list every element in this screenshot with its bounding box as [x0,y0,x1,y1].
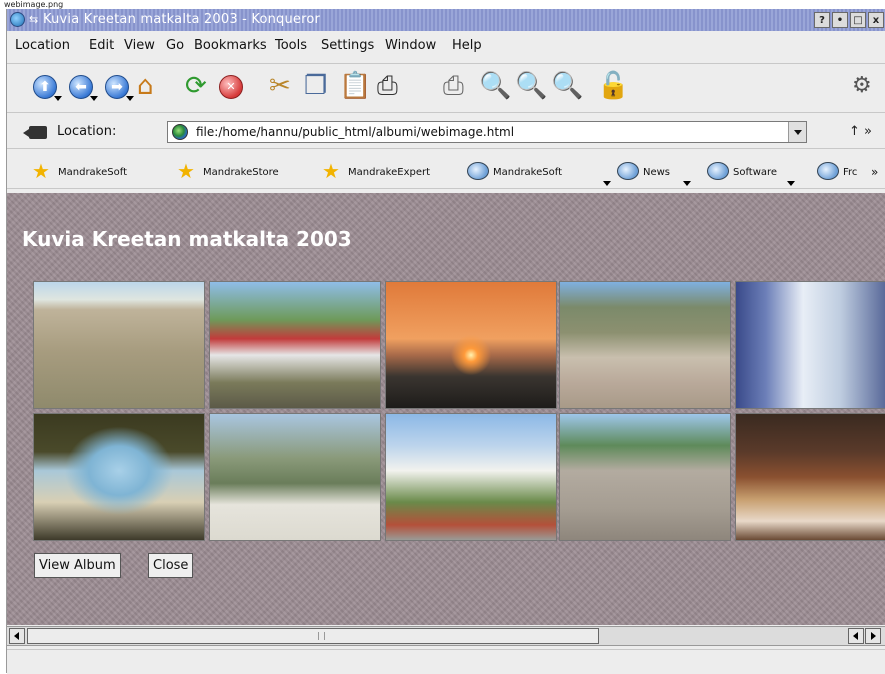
star-icon: ★ [177,159,195,183]
star-icon: ★ [32,159,50,183]
photo-thumbnail[interactable] [385,281,557,409]
photo-thumbnail[interactable] [559,281,731,409]
security-lock-icon[interactable]: 🔓 [597,70,629,102]
back-button[interactable]: ⬅ [67,73,98,101]
menu-help[interactable]: Help [452,33,482,59]
page-content: Kuvia Kreetan matkalta 2003 View Album C… [7,193,885,625]
location-input[interactable]: file:/home/hannu/public_html/albumi/webi… [167,121,807,143]
menu-bookmarks[interactable]: Bookmarks [194,33,267,59]
scrollbar-thumb[interactable] [27,628,599,644]
menu-settings[interactable]: Settings [321,33,374,59]
bookmark-folder-icon [617,162,639,180]
menu-view[interactable]: View [124,33,155,59]
konqueror-window: ⇆ Kuvia Kreetan matkalta 2003 - Konquero… [6,9,885,674]
bookmark-toolbar: ★ MandrakeSoft ★ MandrakeStore ★ MandrakeEx… [7,153,885,189]
photo-thumbnail[interactable] [735,281,885,409]
zoom-out-icon[interactable]: 🔍 [515,70,547,102]
globe-icon [172,124,188,140]
location-bar: Location: file:/home/hannu/public_html/a… [7,115,885,149]
stop-button[interactable]: ✕ [217,73,245,101]
home-icon[interactable]: ⌂ [137,70,154,102]
photo-thumbnail[interactable] [559,413,731,541]
reload-icon[interactable]: ⟳ [185,70,207,102]
window-title: Kuvia Kreetan matkalta 2003 - Konqueror [43,12,321,27]
help-button[interactable]: ? [814,12,830,28]
close-window-button[interactable]: x [868,12,884,28]
bookmark-folder-icon [707,162,729,180]
photo-thumbnail[interactable] [209,281,381,409]
caption: webimage.png [0,0,885,9]
stop-icon: ✕ [219,75,243,99]
zoom-reset-icon[interactable]: 🔍 [551,70,583,102]
bookmark-folder-icon [467,162,489,180]
menu-go[interactable]: Go [166,33,184,59]
zoom-in-icon[interactable]: 🔍 [479,70,511,102]
menu-window[interactable]: Window [385,33,436,59]
photo-thumbnail[interactable] [209,413,381,541]
menu-location[interactable]: Location [15,33,70,59]
print-icon[interactable]: ⎙ [377,70,398,102]
photo-thumbnail[interactable] [735,413,885,541]
cut-icon[interactable]: ✂ [269,70,291,102]
photo-thumbnail[interactable] [385,413,557,541]
view-album-button[interactable]: View Album [34,553,121,578]
gear-icon[interactable]: ⚙ [852,70,872,102]
scroll-left-button[interactable] [848,628,864,644]
clear-location-icon[interactable] [23,126,47,139]
page-title: Kuvia Kreetan matkalta 2003 [22,227,352,251]
scroll-right-button[interactable] [865,628,881,644]
print-frame-icon[interactable]: ⎙ [443,70,464,102]
menu-edit[interactable]: Edit [89,33,114,59]
close-button[interactable]: Close [148,553,194,578]
konqueror-icon[interactable] [10,12,25,27]
paste-icon[interactable]: 📋 [339,70,371,102]
menu-bar: Location Edit View Go Bookmarks Tools Se… [7,33,885,59]
arrows-icon: ⇆ [29,13,39,26]
copy-icon[interactable]: ❐ [304,70,327,102]
menu-tools[interactable]: Tools [275,33,307,59]
main-toolbar: ⬆ ⬅ ➡ ⌂ ⟳ ✕ ✂ ❐ 📋 ⎙ ⎙ 🔍 🔍 🔍 🔓 ⚙ [7,63,885,113]
maximize-button[interactable]: □ [850,12,866,28]
horizontal-scrollbar[interactable] [7,626,885,646]
bookmarks-more[interactable]: » [871,165,878,179]
status-bar [7,649,885,674]
location-more[interactable]: ↑ » [849,124,872,139]
bookmark-folder-icon [817,162,839,180]
location-history-dropdown[interactable] [788,122,806,142]
photo-thumbnail[interactable] [33,413,205,541]
photo-thumbnail[interactable] [33,281,205,409]
location-url[interactable]: file:/home/hannu/public_html/albumi/webi… [196,123,514,141]
minimize-button[interactable]: • [832,12,848,28]
location-label: Location: [57,124,117,139]
scroll-left-button[interactable] [9,628,25,644]
star-icon: ★ [322,159,340,183]
up-button[interactable]: ⬆ [31,73,62,101]
title-bar[interactable]: ⇆ Kuvia Kreetan matkalta 2003 - Konquero… [7,9,885,31]
forward-button[interactable]: ➡ [103,73,134,101]
